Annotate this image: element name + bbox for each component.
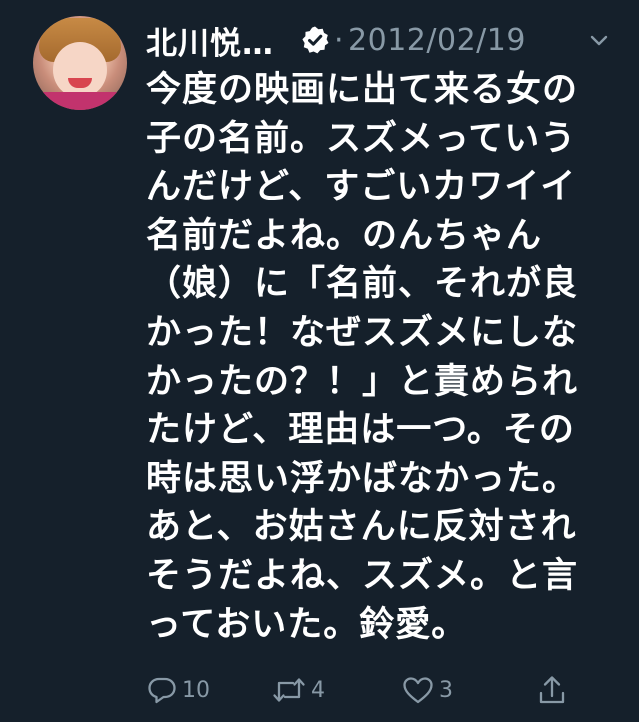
tweet-text: 今度の映画に出て来る女の 子の名前。スズメっていう んだけど、すごいカワイイ 名… — [146, 66, 616, 649]
avatar[interactable] — [33, 16, 127, 110]
tweet-text-line: かった！なぜスズメにしな — [146, 312, 579, 353]
tweet-text-line: 今度の映画に出て来る女の — [146, 70, 579, 110]
retweet-icon — [271, 674, 307, 706]
tweet-text-line: （娘）に「名前、それが良 — [146, 264, 579, 305]
tweet-text-line: っておいた。鈴愛。 — [146, 604, 468, 645]
like-button[interactable]: 3 — [401, 672, 453, 708]
tweet-text-line: 名前だよね。のんちゃん — [146, 215, 543, 256]
avatar-shoulder — [33, 92, 127, 110]
retweet-count: 4 — [311, 677, 325, 703]
tweet-text-line: 子の名前。スズメっていう — [146, 118, 577, 159]
tweet-text-line: たけど、理由は一つ。その — [146, 410, 575, 451]
avatar-face — [53, 42, 107, 98]
tweet: 北川悦… · 2012/02/19 今度の映画に出て来る女の 子の名前。スズメっ… — [0, 0, 639, 722]
tweet-header: 北川悦… · 2012/02/19 — [146, 14, 616, 66]
chevron-down-icon[interactable] — [588, 30, 610, 52]
tweet-actions: 10 4 3 — [146, 672, 616, 708]
tweet-text-line: あと、お姑さんに反対され — [146, 507, 577, 548]
reply-count: 10 — [182, 677, 210, 703]
share-icon — [536, 674, 568, 706]
tweet-text-line: んだけど、すごいカワイイ — [146, 167, 577, 208]
tweet-text-line: そうだよね、スズメ。と言 — [146, 555, 579, 596]
verified-badge-icon — [300, 25, 330, 55]
heart-icon — [401, 674, 435, 706]
retweet-button[interactable]: 4 — [271, 672, 325, 708]
like-count: 3 — [439, 677, 453, 703]
separator-dot: · — [334, 22, 345, 58]
tweet-text-line: かったの？！」と責められ — [146, 361, 579, 402]
tweet-date[interactable]: 2012/02/19 — [348, 23, 526, 58]
reply-button[interactable]: 10 — [146, 672, 210, 708]
author-name[interactable]: 北川悦… — [146, 18, 274, 63]
reply-icon — [146, 674, 178, 706]
tweet-text-line: 時は思い浮かばなかった。 — [146, 458, 579, 499]
share-button[interactable] — [536, 672, 568, 708]
